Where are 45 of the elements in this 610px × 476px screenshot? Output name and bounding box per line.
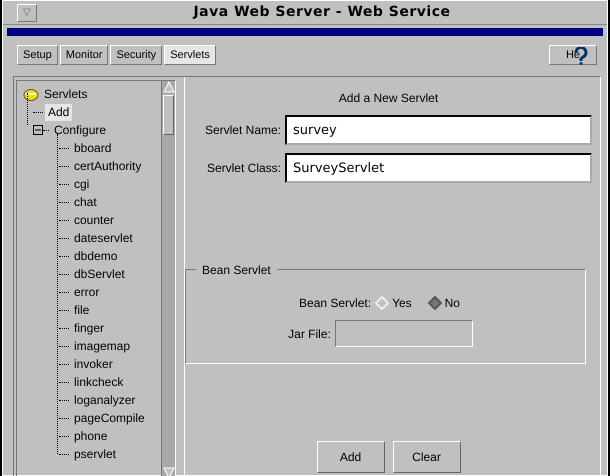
tree-item[interactable]: file: [71, 302, 92, 318]
help-button[interactable]: He: [549, 45, 597, 65]
radio-icon[interactable]: [428, 296, 442, 310]
tree-item[interactable]: finger: [71, 320, 108, 336]
tree-item[interactable]: Add: [45, 104, 72, 120]
tree-item[interactable]: counter: [71, 212, 118, 228]
tree-item[interactable]: imagemap: [71, 338, 134, 354]
tab[interactable]: Security: [110, 45, 162, 65]
field-label: Servlet Class:: [206, 160, 281, 177]
collapse-icon[interactable]: [33, 125, 43, 135]
field-label: Servlet Name:: [204, 122, 281, 139]
tree-item[interactable]: loganalyzer: [71, 392, 138, 408]
tab[interactable]: Servlets: [164, 45, 216, 65]
tree-item[interactable]: certAuthority: [71, 158, 144, 174]
text-field[interactable]: SurveyServlet: [285, 153, 592, 183]
tree-item[interactable]: dbdemo: [71, 248, 120, 264]
radio-option[interactable]: No: [428, 294, 460, 312]
tree-item[interactable]: pservlet: [71, 446, 120, 462]
tree-item[interactable]: invoker: [71, 356, 116, 372]
tree-item[interactable]: error: [71, 284, 102, 300]
tree-item[interactable]: Servlets: [41, 86, 90, 102]
tree-item[interactable]: chat: [71, 194, 100, 210]
field-label: Jar File:: [288, 326, 331, 342]
scroll-up-icon[interactable]: [162, 81, 174, 93]
form-heading: Add a New Servlet: [338, 90, 438, 107]
tree-item[interactable]: dateservlet: [71, 230, 136, 246]
scroll-thumb[interactable]: [163, 95, 174, 135]
action-button[interactable]: Clear: [392, 441, 460, 473]
tree-item[interactable]: bboard: [71, 140, 114, 156]
radio-label: Bean Servlet:: [299, 295, 372, 312]
text-field[interactable]: survey: [285, 115, 592, 145]
tree-item[interactable]: dbServlet: [71, 266, 128, 282]
folder-icon: [23, 87, 39, 101]
scrollbar[interactable]: [161, 81, 175, 476]
window-title: Java Web Server - Web Service: [192, 3, 452, 22]
radio-option[interactable]: Yes: [375, 294, 412, 312]
scroll-down-icon[interactable]: [162, 467, 174, 476]
tab[interactable]: Setup: [17, 45, 58, 65]
tree-item[interactable]: cgi: [71, 176, 92, 192]
tree-item[interactable]: phone: [71, 428, 110, 444]
action-button[interactable]: Add: [316, 441, 384, 473]
tree-item[interactable]: pageCompile: [71, 410, 148, 426]
tree-item[interactable]: Configure: [51, 122, 110, 138]
tab[interactable]: Monitor: [60, 45, 108, 65]
tree-item[interactable]: linkcheck: [71, 374, 126, 390]
